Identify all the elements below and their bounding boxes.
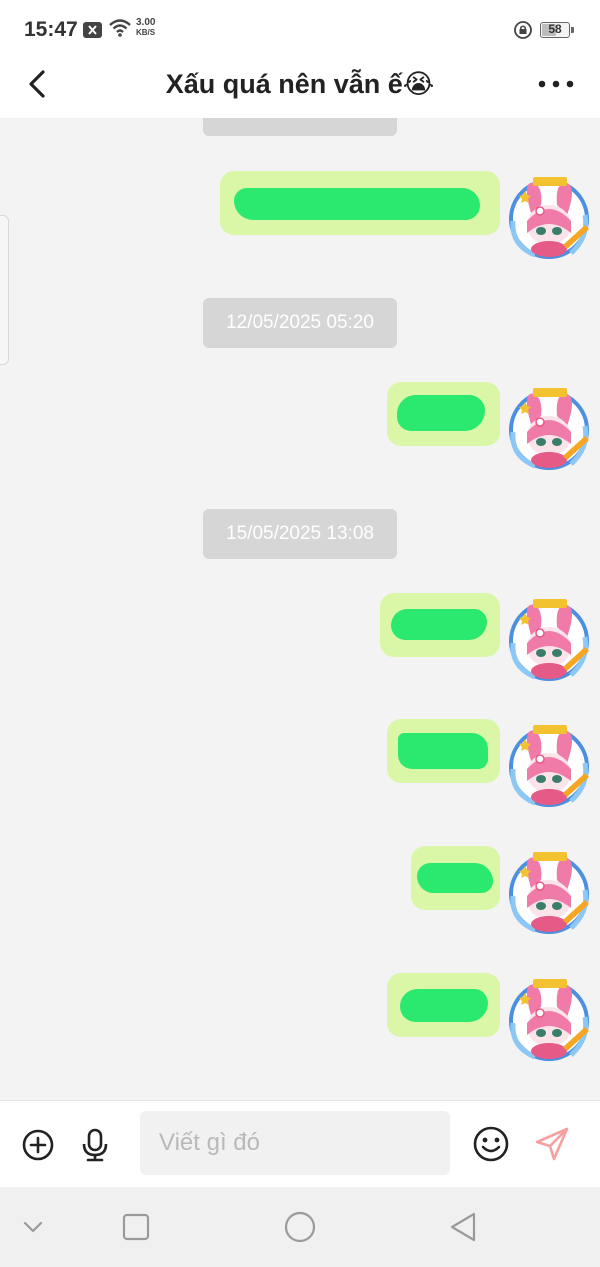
rotation-lock-icon <box>514 21 532 39</box>
chat-title: Xấu quá nên vẫn ế😭 <box>165 69 435 99</box>
user-avatar[interactable] <box>505 386 595 472</box>
redacted-text <box>234 188 480 220</box>
message-input-bar: Viết gì đó <box>0 1100 600 1187</box>
home-icon <box>284 1211 316 1243</box>
notification-x-icon <box>83 22 102 38</box>
network-speed: 3.00 KB/S <box>136 18 155 38</box>
redacted-text <box>397 395 485 431</box>
redacted-text <box>391 609 487 640</box>
more-horizontal-icon <box>538 80 574 88</box>
timestamp-divider <box>203 118 397 136</box>
message-bubble[interactable] <box>387 973 500 1037</box>
emoji-button[interactable] <box>472 1125 510 1163</box>
back-triangle-icon <box>450 1212 476 1242</box>
message-input[interactable]: Viết gì đó <box>140 1111 450 1175</box>
network-speed-unit: KB/S <box>136 28 156 37</box>
user-avatar[interactable] <box>505 850 595 936</box>
user-avatar[interactable] <box>505 175 595 261</box>
redacted-text <box>400 989 488 1022</box>
status-bar: 15:47 3.00 KB/S 58 <box>0 0 600 60</box>
back-nav-button[interactable] <box>448 1211 478 1243</box>
message-bubble[interactable] <box>411 846 500 910</box>
hide-nav-button[interactable] <box>20 1215 46 1239</box>
chat-header: Xấu quá nên vẫn ế😭 <box>0 60 600 118</box>
more-options-button[interactable] <box>536 74 576 94</box>
recent-apps-button[interactable] <box>122 1213 150 1241</box>
plus-circle-icon <box>22 1129 54 1161</box>
back-button[interactable] <box>22 64 56 104</box>
message-bubble[interactable] <box>380 593 500 657</box>
wifi-icon <box>109 19 131 37</box>
recent-apps-icon <box>122 1213 150 1241</box>
message-bubble[interactable] <box>387 719 500 783</box>
redacted-text <box>417 863 493 893</box>
message-bubble[interactable] <box>387 382 500 446</box>
battery-percent: 58 <box>548 22 562 36</box>
home-button[interactable] <box>284 1211 316 1243</box>
battery-icon: 58 <box>540 22 570 38</box>
send-icon <box>535 1127 569 1161</box>
message-bubble[interactable] <box>220 171 500 235</box>
send-button[interactable] <box>533 1125 571 1163</box>
emoji-icon <box>473 1126 509 1162</box>
user-avatar[interactable] <box>505 597 595 683</box>
chevron-down-icon <box>23 1221 43 1233</box>
battery-tip <box>571 27 574 33</box>
voice-button[interactable] <box>80 1127 110 1163</box>
message-input-placeholder: Viết gì đó <box>159 1129 260 1156</box>
message-list[interactable]: 12/05/2025 05:20 15/05/2025 13:08 <box>0 118 600 1100</box>
system-nav-bar <box>0 1187 600 1267</box>
user-avatar[interactable] <box>505 977 595 1063</box>
side-panel-handle[interactable] <box>0 215 9 365</box>
microphone-icon <box>82 1128 108 1162</box>
redacted-text <box>398 733 488 769</box>
status-time: 15:47 <box>24 18 78 41</box>
network-speed-value: 3.00 <box>136 17 156 28</box>
chevron-left-icon <box>29 70 45 98</box>
attach-button[interactable] <box>21 1128 55 1162</box>
timestamp-divider: 15/05/2025 13:08 <box>203 509 397 559</box>
timestamp-divider: 12/05/2025 05:20 <box>203 298 397 348</box>
user-avatar[interactable] <box>505 723 595 809</box>
